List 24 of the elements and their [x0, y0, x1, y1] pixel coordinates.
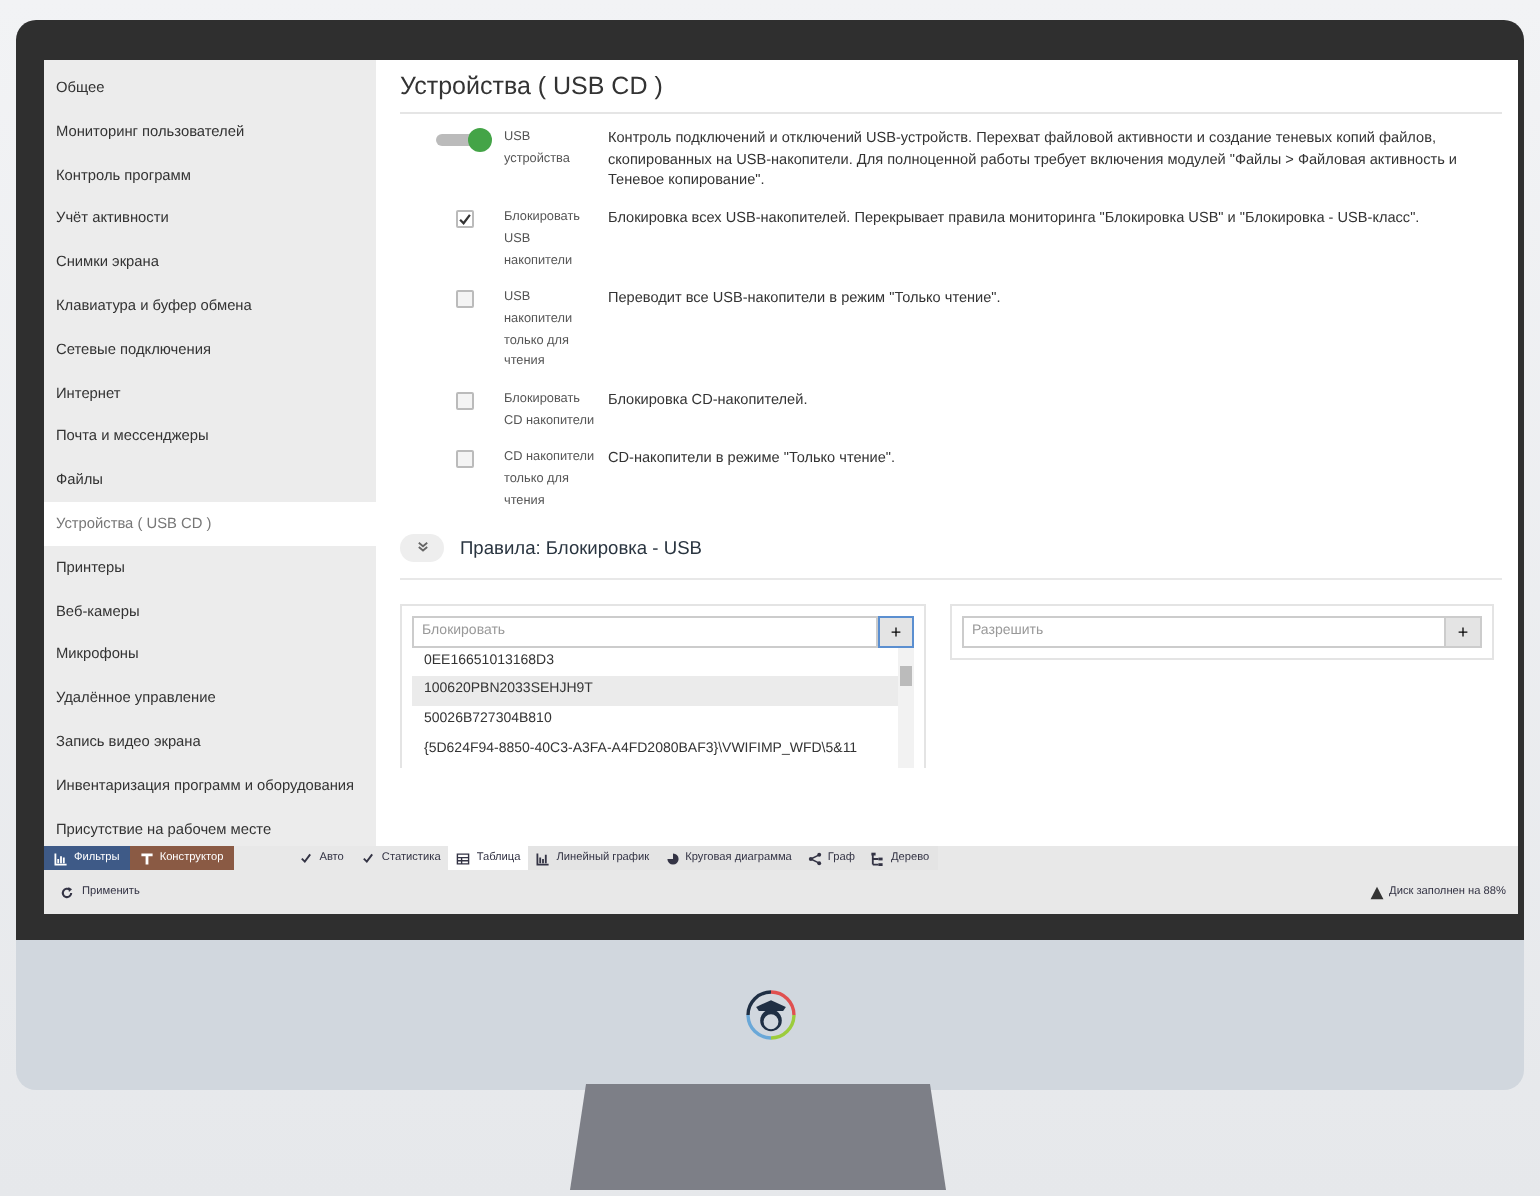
page-title: Устройства ( USB CD ) [400, 72, 1502, 114]
section-title: Правила: Блокировка - USB [460, 537, 702, 558]
chevron-icon [415, 540, 429, 555]
pie-chart-icon [665, 851, 680, 865]
scrollbar[interactable] [898, 647, 914, 768]
checkbox[interactable] [456, 450, 474, 469]
share-icon [807, 851, 822, 865]
table-icon [456, 851, 471, 865]
tree-icon [870, 851, 885, 865]
checkbox[interactable] [456, 392, 474, 411]
bar-chart-icon [54, 851, 68, 865]
check-icon [299, 852, 312, 864]
warning-icon [1369, 885, 1384, 899]
toggle-switch[interactable] [436, 128, 492, 152]
check-icon [361, 852, 374, 864]
funnel-icon [139, 851, 154, 865]
collapse-button[interactable] [400, 533, 444, 562]
add-button[interactable]: + [878, 615, 914, 648]
refresh-icon [60, 885, 74, 899]
logo-icon [743, 988, 797, 1042]
checkbox[interactable] [456, 210, 474, 229]
add-button[interactable]: + [1446, 615, 1482, 648]
bar-chart-icon [536, 851, 551, 865]
checkbox[interactable] [456, 290, 474, 309]
